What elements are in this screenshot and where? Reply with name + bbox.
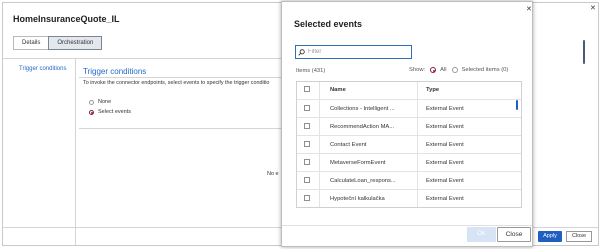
row-type: External Event: [426, 142, 464, 148]
row-name: Hypoteční kalkulačka: [330, 196, 385, 202]
radio-button[interactable]: [89, 99, 94, 105]
show-all-radio[interactable]: [430, 67, 437, 73]
row-name: CalculateLoan_respons...: [330, 178, 396, 184]
row-checkbox[interactable]: [304, 195, 310, 201]
table-row[interactable]: Hypoteční kalkulačka External Event: [297, 190, 521, 207]
radio-select-events-label: Select events: [98, 109, 132, 115]
dialog-footer-divider: [282, 225, 532, 226]
section-title: Trigger conditions: [83, 67, 147, 76]
dialog-close-icon[interactable]: ✕: [526, 5, 532, 13]
row-type: External Event: [426, 196, 464, 202]
page-close-button[interactable]: Close: [566, 231, 592, 242]
window-close-icon[interactable]: ✕: [590, 4, 596, 12]
column-header-name[interactable]: Name: [330, 87, 346, 93]
dialog-title: Selected events: [294, 19, 363, 29]
filter-input[interactable]: [305, 49, 404, 55]
row-type: External Event: [426, 178, 464, 184]
row-checkbox[interactable]: [304, 159, 310, 165]
empty-state-text: No e: [267, 171, 279, 177]
show-filter: Show: All Selected items (0): [409, 67, 508, 73]
row-name: Collections - Intelligent ...: [330, 106, 395, 112]
row-type: External Event: [426, 160, 464, 166]
section-divider: [79, 77, 281, 78]
row-checkbox[interactable]: [304, 105, 310, 111]
table-row[interactable]: Collections - Intelligent ... External E…: [297, 100, 521, 118]
radio-select-events-option[interactable]: Select events: [89, 109, 131, 115]
nav-divider: [75, 59, 76, 245]
radio-button-selected[interactable]: [89, 109, 94, 115]
row-type: External Event: [426, 124, 464, 130]
table-row[interactable]: Contact Event External Event: [297, 136, 521, 154]
row-checkbox[interactable]: [304, 141, 310, 147]
sidebar-item-trigger-conditions[interactable]: Trigger conditions: [19, 66, 66, 72]
table-row[interactable]: CalculateLoan_respons... External Event: [297, 172, 521, 190]
dialog-close-button[interactable]: Close: [497, 227, 531, 242]
events-divider: [79, 128, 281, 129]
show-selected-radio[interactable]: [451, 67, 458, 73]
show-label: Show:: [409, 67, 426, 73]
table-scrollbar[interactable]: [516, 100, 518, 110]
page-scrollbar[interactable]: [583, 40, 585, 64]
events-table: Name Type Collections - Intelligent ... …: [296, 81, 522, 208]
radio-none-label: None: [98, 99, 112, 105]
row-checkbox[interactable]: [304, 123, 310, 129]
filter-field[interactable]: [295, 45, 412, 59]
table-row[interactable]: MetaverseFormEvent External Event: [297, 154, 521, 172]
radio-none-option[interactable]: None: [89, 99, 111, 105]
show-selected-label: Selected items (0): [461, 67, 509, 73]
selected-events-dialog: Selected events ✕ Items (431) Show: All …: [281, 1, 533, 247]
section-description: To invoke the connector endpoints, selec…: [83, 80, 270, 86]
column-header-type[interactable]: Type: [426, 87, 439, 93]
tab-bar: Details Orchestration: [13, 36, 103, 50]
row-name: RecommendAction MA...: [330, 124, 395, 130]
ok-button[interactable]: OK: [467, 227, 496, 242]
tab-details[interactable]: Details: [13, 36, 50, 50]
row-name: MetaverseFormEvent: [330, 160, 386, 166]
row-name: Contact Event: [330, 142, 367, 148]
header-divider: [3, 58, 283, 59]
items-count: Items (431): [296, 68, 326, 74]
row-type: External Event: [426, 106, 464, 112]
apply-button[interactable]: Apply: [538, 231, 562, 242]
search-icon: [298, 48, 305, 56]
row-checkbox[interactable]: [304, 177, 310, 183]
table-header: Name Type: [297, 82, 521, 100]
table-row[interactable]: RecommendAction MA... External Event: [297, 118, 521, 136]
show-all-label: All: [440, 67, 447, 73]
tab-orchestration[interactable]: Orchestration: [48, 36, 103, 50]
page-title: HomeInsuranceQuote_IL: [13, 14, 120, 24]
select-all-checkbox[interactable]: [304, 86, 310, 92]
